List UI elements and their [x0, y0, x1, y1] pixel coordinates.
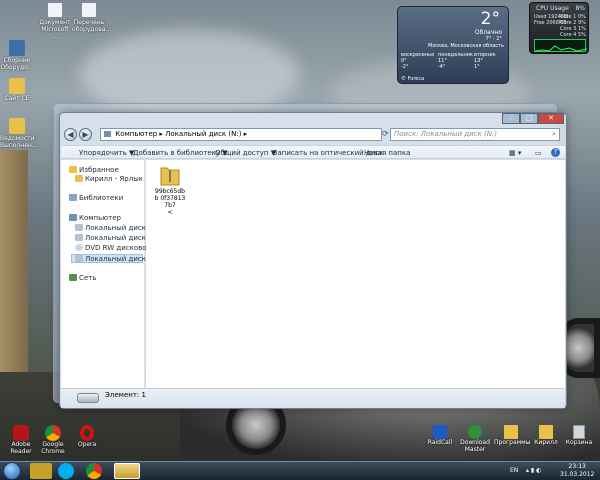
- taskbar: EN ▴ ▮ ◐ 23:13 31.03.2012: [0, 461, 600, 480]
- taskbar-app-skype[interactable]: [58, 463, 74, 479]
- share-button[interactable]: Общий доступ ▼: [215, 149, 276, 157]
- opera-icon: [80, 425, 94, 441]
- drive-icon: [75, 234, 83, 241]
- folder-icon: [539, 425, 553, 439]
- window-titlebar[interactable]: – □ ✕: [60, 113, 566, 125]
- weather-day-0: воскресенье 0° -2°: [401, 52, 435, 70]
- desktop-icon-raidcall[interactable]: RaidCall: [426, 425, 454, 446]
- cpu-graph: [534, 39, 588, 52]
- cpu-graph-line: [534, 45, 588, 52]
- status-bar: Элемент: 1: [61, 388, 565, 408]
- address-path: Компьютер ▸ Локальный диск (N:) ▸: [115, 130, 248, 138]
- desktop-icon-adobe-reader[interactable]: Adobe Reader: [6, 425, 36, 455]
- back-button[interactable]: ◀: [64, 128, 77, 141]
- cpu-percent: 8%: [575, 5, 585, 12]
- sidebar-computer[interactable]: Компьютер: [69, 214, 121, 222]
- desktop-icon-statements[interactable]: Ведомости Выполнен...: [0, 118, 38, 149]
- desktop-icon-word-doc[interactable]: Документ Microsoft ...: [38, 2, 72, 40]
- weather-day-1: понедельник 11° -4°: [438, 52, 473, 70]
- organize-button[interactable]: Упорядочить ▼: [79, 149, 134, 157]
- drive-icon: [75, 224, 83, 231]
- network-icon: [69, 274, 77, 281]
- download-master-icon: [468, 425, 482, 439]
- zip-folder-icon: [160, 167, 180, 186]
- chrome-icon: [45, 425, 61, 441]
- desktop-icon-equipment-collection[interactable]: Сборник Оборудо...: [0, 40, 34, 71]
- clock[interactable]: 23:13 31.03.2012: [560, 463, 594, 479]
- sidebar-item-drive-d[interactable]: Локальный диск (D: [75, 234, 156, 242]
- add-to-library-button[interactable]: Добавить в библиотеку ▼: [133, 149, 228, 157]
- explorer-window[interactable]: – □ ✕ ◀ ▶ Компьютер ▸ Локальный диск (N:…: [59, 112, 567, 409]
- sidebar-libraries[interactable]: Библиотеки: [69, 194, 123, 202]
- navigation-row: ◀ ▶ Компьютер ▸ Локальный диск (N:) ▸ ⟳ …: [64, 127, 562, 143]
- weather-location: Москва, Московская область: [428, 43, 504, 49]
- item-count: Элемент: 1: [105, 391, 146, 399]
- application-icon: [9, 40, 25, 56]
- cpu-gadget-title: CPU Usage: [536, 5, 569, 12]
- language-indicator[interactable]: EN: [510, 467, 518, 474]
- taskbar-app-tools[interactable]: [30, 463, 52, 479]
- computer-icon: [104, 131, 111, 137]
- weather-temperature: 2°: [480, 9, 500, 29]
- file-item[interactable]: 99bc65dbb 0f378137b7 <: [154, 164, 186, 216]
- desktop-icon-google-chrome[interactable]: Google Chrome: [38, 425, 68, 455]
- sidebar-item-drive-c[interactable]: Локальный диск (C: [75, 224, 156, 232]
- document-icon: [47, 2, 63, 18]
- desktop-icon-kirill[interactable]: Кирилл: [532, 425, 560, 446]
- folder-icon: [9, 118, 25, 134]
- desktop-icon-equipment-list[interactable]: Перечень оборудова...: [72, 2, 111, 33]
- search-input[interactable]: Поиск: Локальный диск (N:) ⌕: [390, 128, 560, 141]
- address-bar[interactable]: Компьютер ▸ Локальный диск (N:) ▸: [100, 128, 382, 141]
- view-options-icon[interactable]: ▦ ▾: [509, 149, 521, 157]
- cpu-core-4: Core 4 5%: [560, 32, 586, 38]
- search-icon: ⌕: [552, 130, 556, 138]
- close-button[interactable]: ✕: [538, 113, 564, 124]
- help-icon[interactable]: ?: [551, 148, 560, 157]
- desktop-icon-opera[interactable]: Opera: [72, 425, 102, 448]
- start-button[interactable]: [3, 462, 21, 480]
- file-name-suffix: <: [167, 209, 173, 216]
- maximize-button[interactable]: □: [520, 113, 538, 124]
- sidebar-item-kirill-shortcut[interactable]: Кирилл - Ярлык: [75, 175, 143, 183]
- new-folder-button[interactable]: Новая папка: [364, 149, 410, 157]
- weather-day-2: вторник 13° 1°: [474, 52, 496, 70]
- taskbar-app-explorer[interactable]: [114, 463, 140, 479]
- tray-icons[interactable]: ▴ ▮ ◐: [526, 467, 541, 474]
- command-toolbar: Упорядочить ▼ Добавить в библиотеку ▼ Об…: [61, 145, 565, 159]
- weather-source[interactable]: © Foreca: [401, 76, 424, 82]
- folder-icon: [9, 78, 25, 94]
- refresh-button[interactable]: ⟳: [382, 129, 389, 138]
- adobe-reader-icon: [13, 425, 29, 441]
- weather-condition: Облачно: [474, 29, 502, 36]
- dvd-icon: [75, 244, 83, 251]
- drive-icon: [75, 255, 83, 262]
- sidebar-item-dvd-drive[interactable]: DVD RW дисковод (: [75, 244, 156, 252]
- navigation-pane: Избранное Кирилл - Ярлык Библиотеки Комп…: [61, 160, 159, 388]
- desktop-icon-download-master[interactable]: Download Master: [458, 425, 492, 453]
- document-icon: [81, 2, 97, 18]
- cpu-usage-gadget[interactable]: CPU Usage 8% Used 1924MB Free 2068MB Cor…: [529, 2, 589, 54]
- desktop-icon-programs[interactable]: Программы: [494, 425, 530, 446]
- desktop-icon-site-ce[interactable]: Сайт СЕ: [0, 78, 34, 102]
- drive-icon: [77, 393, 99, 403]
- weather-gadget[interactable]: 2° Облачно 7° - 2° Москва, Московская об…: [397, 6, 509, 84]
- folder-icon: [75, 175, 83, 182]
- minimize-button[interactable]: –: [502, 113, 520, 124]
- computer-icon: [69, 214, 77, 221]
- taskbar-app-chrome[interactable]: [86, 463, 102, 479]
- weather-temp-range: 7° - 2°: [485, 36, 502, 42]
- desktop-icon-recycle-bin[interactable]: Корзина: [564, 425, 594, 446]
- star-icon: [69, 166, 77, 173]
- sidebar-network[interactable]: Сеть: [69, 274, 96, 282]
- raidcall-icon: [433, 425, 447, 439]
- sidebar-item-drive-n[interactable]: Локальный диск (N:: [71, 254, 159, 263]
- library-icon: [69, 194, 77, 201]
- file-list[interactable]: 99bc65dbb 0f378137b7 <: [146, 160, 565, 388]
- sidebar-favorites[interactable]: Избранное: [69, 166, 119, 174]
- preview-pane-icon[interactable]: ▭: [535, 149, 542, 157]
- forward-button[interactable]: ▶: [79, 128, 92, 141]
- folder-icon: [504, 425, 518, 439]
- recycle-bin-icon: [573, 425, 585, 439]
- file-name: 99bc65dbb 0f378137b7: [154, 188, 186, 209]
